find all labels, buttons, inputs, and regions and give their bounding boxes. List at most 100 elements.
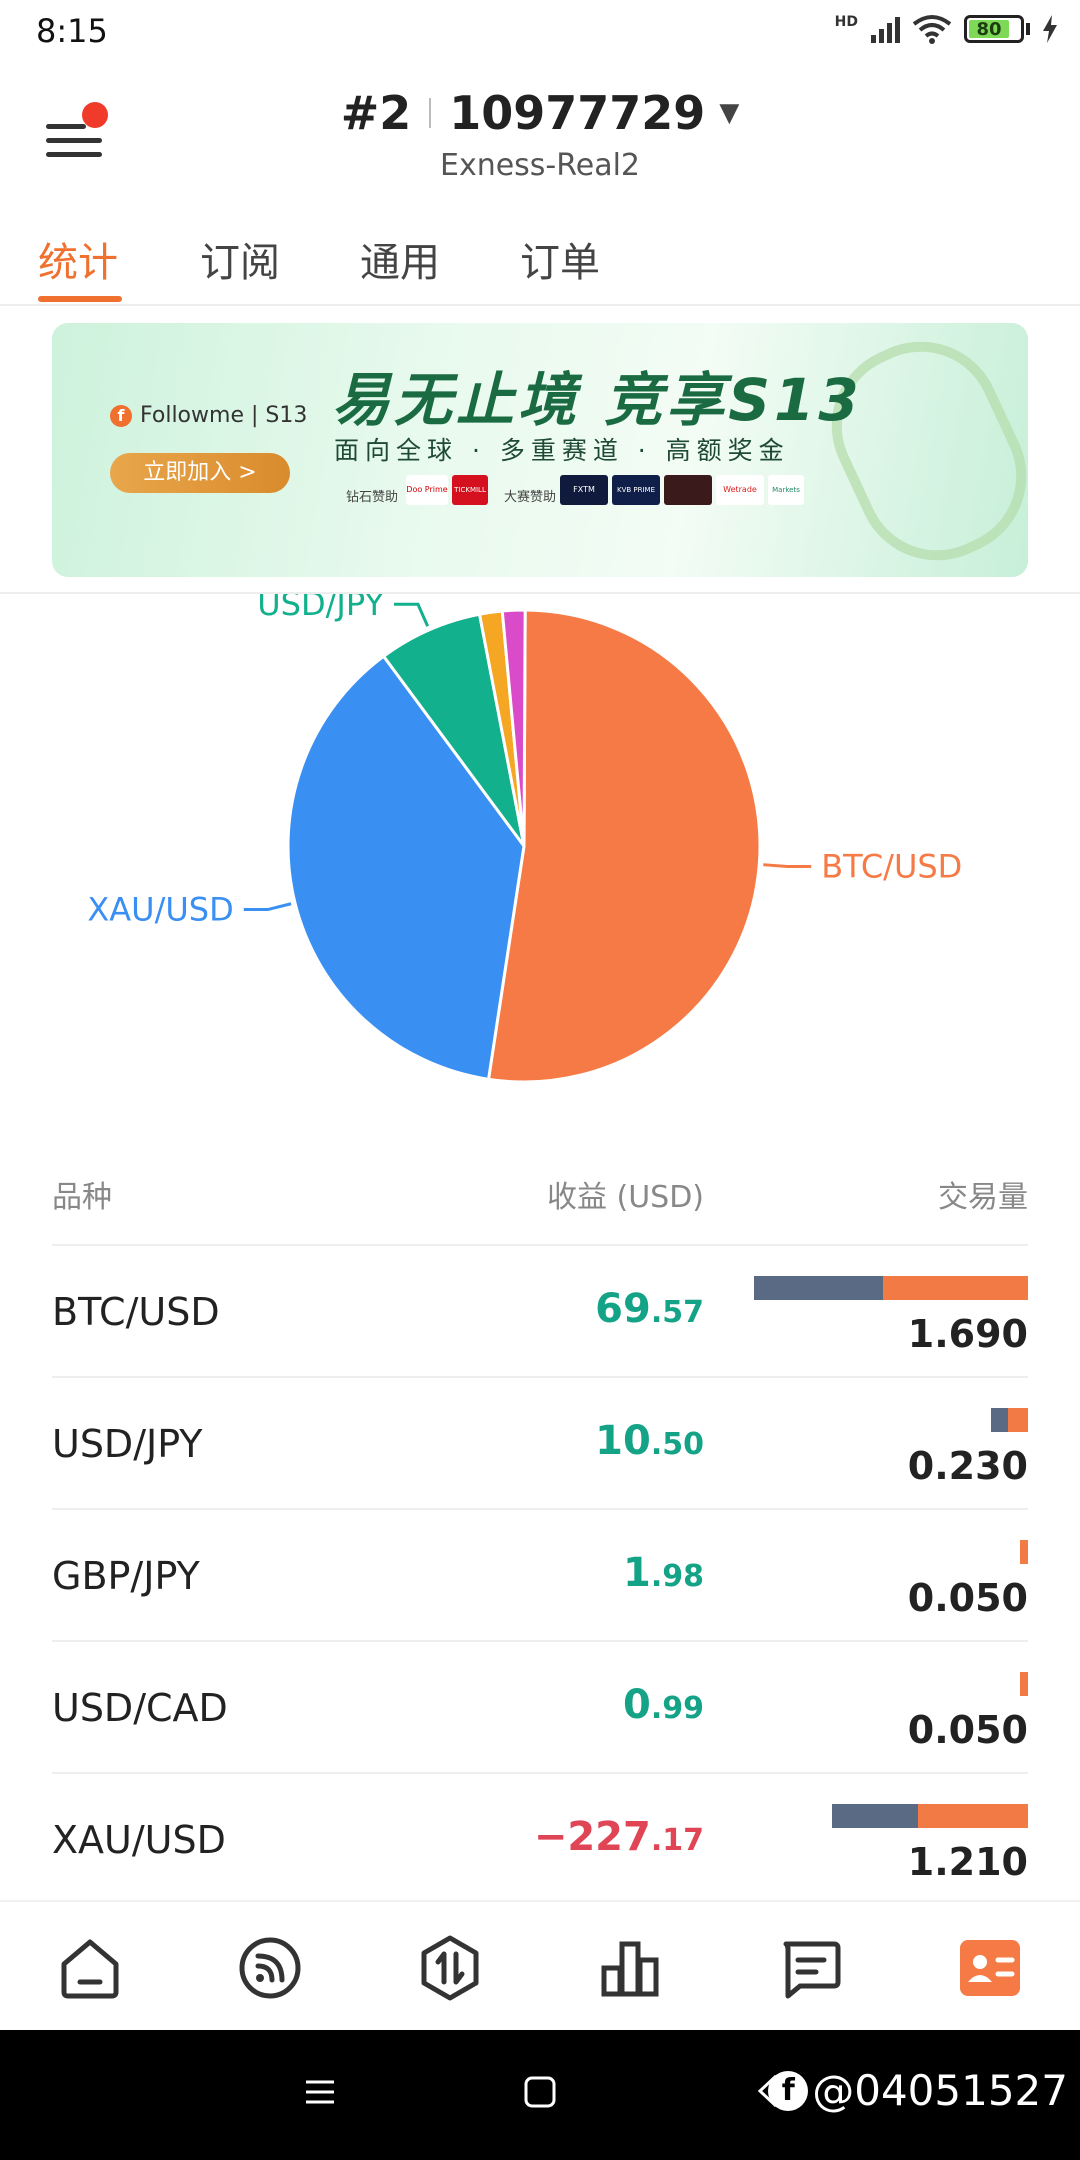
row-profit: 69.57 bbox=[595, 1286, 704, 1332]
tab-orders[interactable]: 订单 bbox=[520, 230, 600, 288]
server-name: Exness-Real2 bbox=[439, 148, 641, 183]
status-time: 8:15 bbox=[36, 12, 108, 50]
row-profit: 10.50 bbox=[595, 1418, 704, 1464]
pie-leader-line bbox=[243, 902, 292, 912]
row-volume: 0.050 bbox=[907, 1708, 1028, 1752]
account-number: 10977729 bbox=[449, 86, 706, 140]
chart-bars-icon bbox=[601, 1941, 659, 1997]
account-selector[interactable]: #2 10977729 ▼ Exness-Real2 bbox=[0, 86, 1080, 183]
pie-label: XAU/USD bbox=[87, 891, 233, 929]
volume-bar-sell bbox=[1008, 1408, 1028, 1432]
profit-integer: 69 bbox=[595, 1286, 651, 1332]
banner-sponsor-label-event: 大赛赞助 bbox=[504, 490, 557, 505]
sponsor-logo: FXTM bbox=[560, 475, 608, 505]
nav-home[interactable] bbox=[54, 1932, 126, 2004]
volume-bar bbox=[991, 1408, 1028, 1432]
nav-signals[interactable] bbox=[234, 1932, 306, 2004]
row-symbol: XAU/USD bbox=[52, 1818, 226, 1862]
profit-integer: 0 bbox=[623, 1682, 651, 1728]
row-volume: 0.230 bbox=[907, 1444, 1028, 1488]
volume-bar-sell bbox=[918, 1804, 1028, 1828]
profit-decimal: .98 bbox=[650, 1559, 704, 1594]
nav-trade[interactable] bbox=[414, 1932, 486, 2004]
pie-label: USD/JPY bbox=[257, 594, 384, 623]
account-rank: #2 bbox=[340, 86, 412, 140]
wifi-icon bbox=[912, 15, 952, 44]
row-profit: 0.99 bbox=[623, 1682, 704, 1728]
profit-decimal: .50 bbox=[650, 1427, 704, 1462]
watermark: f @04051527 bbox=[768, 2066, 1068, 2115]
profit-integer: −227 bbox=[533, 1814, 651, 1860]
pie-leader-line bbox=[763, 863, 812, 869]
volume-bar-sell bbox=[1020, 1672, 1028, 1696]
system-navigation-bar: f @04051527 bbox=[0, 2030, 1080, 2160]
douyin-logo-icon: f bbox=[768, 2070, 809, 2111]
profit-integer: 1 bbox=[623, 1550, 651, 1596]
active-tab-indicator bbox=[38, 296, 122, 302]
table-row[interactable]: GBP/JPY 1.98 0.050 bbox=[52, 1510, 1028, 1642]
volume-bar-buy bbox=[754, 1276, 883, 1300]
row-profit: 1.98 bbox=[623, 1550, 704, 1596]
volume-bar-buy bbox=[832, 1804, 918, 1828]
nav-ranking[interactable] bbox=[594, 1932, 666, 2004]
row-symbol: BTC/USD bbox=[52, 1290, 220, 1334]
banner-join-button[interactable]: 立即加入 > bbox=[110, 453, 290, 493]
pie-chart-svg: USD/JPY BTC/USD XAU/USD bbox=[87, 594, 962, 1084]
sponsor-logo: Markets bbox=[768, 475, 804, 505]
home-button-icon[interactable] bbox=[522, 2074, 558, 2110]
message-icon bbox=[783, 1941, 841, 1999]
row-profit: −227.17 bbox=[534, 1814, 704, 1860]
profit-decimal: .99 bbox=[650, 1691, 704, 1726]
hd-indicator: HD bbox=[834, 14, 858, 30]
table-row[interactable]: XAU/USD −227.17 1.210 bbox=[52, 1774, 1028, 1906]
banner-subtitle: 面向全球 · 多重赛道 · 高额奖金 bbox=[334, 436, 790, 465]
sponsor-logo: Wetrade bbox=[716, 475, 764, 505]
volume-bar-sell bbox=[1020, 1540, 1028, 1564]
banner-title: 易无止境 竞享S13 bbox=[332, 366, 863, 434]
table-header: 品种 收益 (USD) 交易量 bbox=[52, 1160, 1028, 1246]
charging-icon bbox=[1043, 15, 1057, 43]
header-symbol: 品种 bbox=[52, 1180, 112, 1215]
tab-general[interactable]: 通用 bbox=[360, 230, 440, 288]
row-symbol: USD/JPY bbox=[52, 1422, 203, 1466]
volume-bar bbox=[1020, 1672, 1028, 1696]
dropdown-caret-icon[interactable]: ▼ bbox=[719, 98, 739, 128]
volume-bar-sell bbox=[883, 1276, 1028, 1300]
volume-bar bbox=[1020, 1540, 1028, 1564]
volume-pie-chart: USD/JPY BTC/USD XAU/USD bbox=[0, 594, 1080, 1114]
row-symbol: GBP/JPY bbox=[52, 1554, 200, 1598]
table-row[interactable]: BTC/USD 69.57 1.690 bbox=[52, 1246, 1028, 1378]
promo-banner[interactable]: f Followme | S13 易无止境 竞享S13 面向全球 · 多重赛道 … bbox=[52, 323, 1028, 577]
nav-messages[interactable] bbox=[774, 1932, 846, 2004]
pie-slice-btc-usd[interactable] bbox=[486, 608, 762, 1084]
nav-profile[interactable] bbox=[954, 1932, 1026, 2004]
stats-table: 品种 收益 (USD) 交易量 BTC/USD 69.57 1.690 USD/JPY… bbox=[52, 1160, 1028, 1906]
banner-sponsor-label-diamond: 钻石赞助 bbox=[346, 490, 399, 505]
table-row[interactable]: USD/CAD 0.99 0.050 bbox=[52, 1642, 1028, 1774]
tab-statistics[interactable]: 统计 bbox=[38, 230, 118, 288]
tab-subscriptions[interactable]: 订阅 bbox=[200, 230, 280, 288]
sponsor-logo: TICKMILL bbox=[452, 475, 488, 505]
pie-leader-line bbox=[393, 602, 429, 627]
profile-card-icon bbox=[960, 1940, 1020, 1996]
battery-level: 80 bbox=[969, 19, 1009, 40]
row-volume: 1.690 bbox=[907, 1312, 1028, 1356]
battery-indicator: 80 bbox=[964, 15, 1030, 43]
app-header: #2 10977729 ▼ Exness-Real2 bbox=[0, 66, 1080, 196]
pie-label: BTC/USD bbox=[821, 848, 962, 886]
cell-signal-icon bbox=[871, 17, 900, 43]
row-volume: 0.050 bbox=[907, 1576, 1028, 1620]
volume-bar bbox=[832, 1804, 1028, 1828]
recents-icon[interactable] bbox=[302, 2074, 338, 2110]
watermark-text: @04051527 bbox=[812, 2066, 1068, 2115]
row-symbol: USD/CAD bbox=[52, 1686, 228, 1730]
tab-bar: 统计 订阅 通用 订单 bbox=[0, 220, 1080, 306]
signal-feed-icon bbox=[239, 1937, 301, 1999]
table-row[interactable]: USD/JPY 10.50 0.230 bbox=[52, 1378, 1028, 1510]
profit-decimal: .17 bbox=[650, 1823, 704, 1858]
header-volume: 交易量 bbox=[938, 1180, 1028, 1215]
profit-integer: 10 bbox=[595, 1418, 651, 1464]
volume-bar bbox=[754, 1276, 1028, 1300]
home-icon bbox=[61, 1939, 119, 1999]
banner-logo: f Followme | S13 bbox=[110, 403, 307, 428]
